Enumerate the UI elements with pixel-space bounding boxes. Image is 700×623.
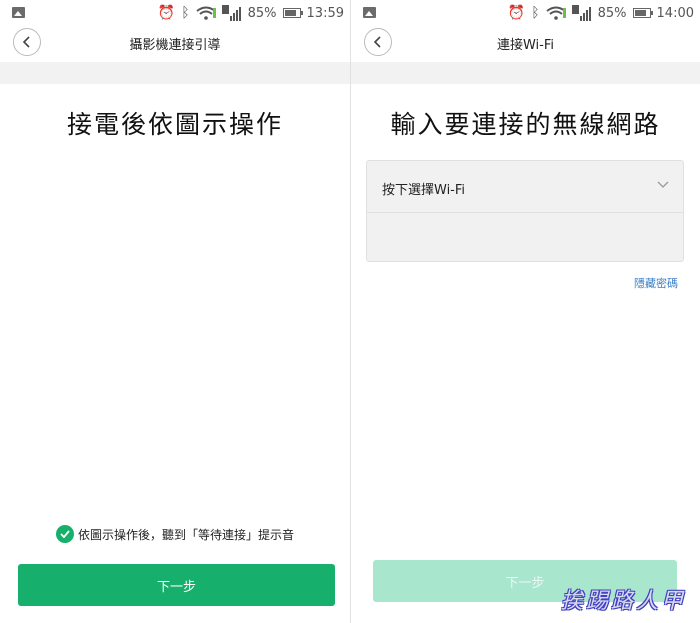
sim-signal-icon [571, 5, 591, 21]
status-bar: ⏰ ᛒ 85% 13:59 [0, 0, 350, 26]
clock: 14:00 [656, 5, 694, 21]
hide-password-link[interactable]: 隱藏密碼 [634, 275, 678, 291]
wifi-headline: 輸入要連接的無線網路 [390, 110, 661, 139]
bluetooth-icon: ᛒ [181, 5, 190, 21]
battery-percent: 85% [597, 5, 627, 21]
header-separator [0, 62, 350, 84]
wifi-select-label: 按下選擇Wi-Fi [382, 183, 466, 198]
watermark: 挨踢路人甲 [560, 589, 686, 614]
wifi-select-dropdown[interactable]: 按下選擇Wi-Fi [367, 161, 683, 213]
nav-bar: 攝影機連接引導 [0, 26, 350, 62]
gallery-icon [12, 7, 25, 18]
clock: 13:59 [306, 5, 344, 21]
wifi-password-field[interactable] [367, 213, 683, 261]
check-circle-icon[interactable] [55, 525, 74, 543]
status-bar: ⏰ ᛒ 85% 14:00 [351, 0, 700, 26]
confirm-hint[interactable]: 依圖示操作後，聽到「等待連接」提示音 [0, 525, 350, 543]
header-separator [351, 62, 700, 84]
status-icons: ⏰ ᛒ 85% 13:59 [158, 4, 344, 22]
bluetooth-icon: ᛒ [531, 5, 540, 21]
battery-icon [282, 8, 303, 18]
camera-guide-screen: ⏰ ᛒ 85% 13:59 攝影機連接引導 接電後依圖示操作 依圖示操作後，聽到… [0, 0, 350, 623]
battery-percent: 85% [247, 5, 277, 21]
status-icons: ⏰ ᛒ 85% 14:00 [508, 4, 694, 22]
next-button[interactable]: 下一步 [18, 564, 335, 606]
wifi-form: 按下選擇Wi-Fi [366, 160, 684, 262]
page-title: 攝影機連接引導 [129, 38, 221, 53]
nav-bar: 連接Wi-Fi [351, 26, 700, 62]
alarm-icon: ⏰ [157, 5, 176, 21]
chevron-down-icon [657, 181, 669, 188]
confirm-hint-text: 依圖示操作後，聽到「等待連接」提示音 [77, 527, 294, 542]
connect-wifi-screen: ⏰ ᛒ 85% 14:00 連接Wi-Fi 輸入要連接的無線網路 按下選擇Wi-… [351, 0, 700, 623]
alarm-icon: ⏰ [507, 5, 526, 21]
instruction-headline: 接電後依圖示操作 [66, 110, 283, 139]
gallery-icon [363, 7, 376, 18]
page-title: 連接Wi-Fi [496, 38, 554, 53]
battery-icon [632, 8, 653, 18]
wifi-icon [196, 6, 216, 20]
sim-signal-icon [221, 5, 241, 21]
wifi-icon [546, 6, 566, 20]
